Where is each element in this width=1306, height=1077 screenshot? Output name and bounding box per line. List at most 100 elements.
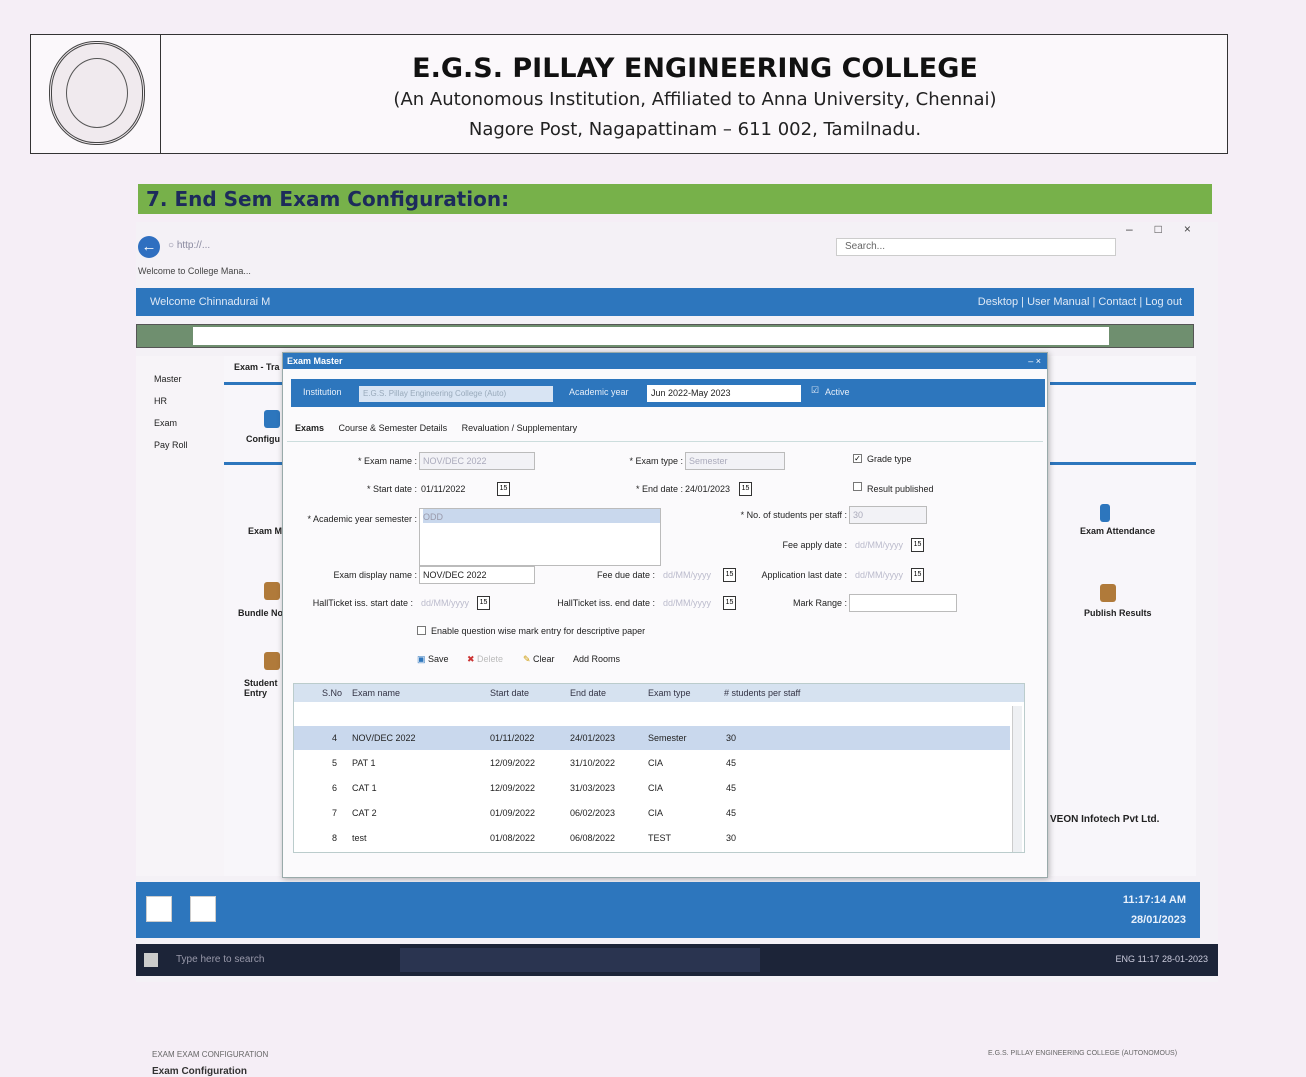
col-exam-name[interactable]: Exam name bbox=[352, 688, 400, 698]
table-row[interactable]: 8 test 01/08/2022 06/08/2022 TEST 30 bbox=[294, 826, 1010, 850]
enable-question-checkbox[interactable] bbox=[417, 626, 426, 635]
taskbar-apps[interactable] bbox=[400, 948, 760, 972]
window-controls[interactable]: –□× bbox=[1126, 222, 1213, 236]
exam-display-label: Exam display name : bbox=[333, 570, 417, 580]
publish-results-icon[interactable] bbox=[1100, 584, 1116, 602]
taskbar-search[interactable]: Type here to search bbox=[176, 954, 264, 965]
top-links[interactable]: Desktop | User Manual | Contact | Log ou… bbox=[978, 296, 1182, 308]
table-row[interactable]: 7 CAT 2 01/09/2022 06/02/2023 CIA 45 bbox=[294, 801, 1010, 825]
cell-exam-type: CIA bbox=[648, 808, 664, 818]
publish-results-label: Publish Results bbox=[1084, 608, 1152, 618]
configure-label: Configu bbox=[246, 434, 280, 444]
save-button[interactable]: ▣ Save bbox=[417, 654, 449, 665]
bundle-icon[interactable] bbox=[264, 582, 280, 600]
students-per-staff-label: * No. of students per staff : bbox=[740, 510, 847, 520]
start-date-value[interactable]: 01/11/2022 bbox=[421, 484, 465, 494]
calendar-icon[interactable]: 15 bbox=[723, 596, 736, 610]
col-students-per-staff[interactable]: # students per staff bbox=[724, 688, 800, 698]
calendar-icon[interactable]: 15 bbox=[497, 482, 510, 496]
bundle-no-label: Bundle No bbox=[238, 608, 283, 618]
exam-m-label: Exam M bbox=[248, 526, 283, 536]
table-row[interactable]: 5 PAT 1 12/09/2022 31/10/2022 CIA 45 bbox=[294, 751, 1010, 775]
browser-tab[interactable]: Welcome to College Mana... bbox=[138, 266, 251, 276]
divider bbox=[1050, 382, 1196, 385]
ay-semester-list[interactable]: ODD bbox=[419, 508, 661, 566]
cell-sno: 5 bbox=[332, 758, 338, 768]
windows-start-icon[interactable] bbox=[144, 953, 158, 967]
academic-year-label: Academic year bbox=[569, 387, 629, 397]
calendar-icon[interactable]: 15 bbox=[739, 482, 752, 496]
exam-name-input[interactable]: NOV/DEC 2022 bbox=[419, 452, 535, 470]
cell-students-per-staff: 45 bbox=[726, 758, 737, 768]
student-entry-icon[interactable] bbox=[264, 652, 280, 670]
address-bar[interactable]: ○ http://... bbox=[168, 240, 210, 251]
clear-button[interactable]: ✎ Clear bbox=[523, 654, 555, 665]
table-row[interactable]: 4 NOV/DEC 2022 01/11/2022 24/01/2023 Sem… bbox=[294, 726, 1010, 750]
academic-year-select[interactable]: Jun 2022-May 2023 bbox=[647, 385, 801, 402]
exam-display-input[interactable]: NOV/DEC 2022 bbox=[419, 566, 535, 584]
app-last-date-input[interactable]: dd/MM/yyyy bbox=[855, 570, 903, 580]
close-icon[interactable]: – × bbox=[1028, 353, 1041, 369]
calendar-icon[interactable]: 15 bbox=[477, 596, 490, 610]
cell-exam-name: CAT 1 bbox=[352, 783, 377, 793]
tab-exams[interactable]: Exams bbox=[295, 423, 324, 433]
seal-inner-ring bbox=[66, 58, 128, 128]
browser-search-input[interactable]: Search... bbox=[836, 238, 1116, 256]
back-arrow-icon[interactable]: ← bbox=[138, 236, 160, 258]
nav-item-master[interactable]: Master bbox=[154, 374, 182, 384]
add-rooms-button[interactable]: Add Rooms bbox=[573, 654, 620, 664]
hallticket-end-input[interactable]: dd/MM/yyyy bbox=[663, 598, 711, 608]
students-per-staff-input[interactable]: 30 bbox=[849, 506, 927, 524]
result-published-label: Result published bbox=[867, 484, 934, 494]
active-checkbox-icon[interactable]: ☑ bbox=[811, 385, 819, 396]
tab-revaluation[interactable]: Revaluation / Supplementary bbox=[462, 423, 578, 433]
toolbar-input[interactable] bbox=[193, 327, 1109, 345]
exam-name-label: * Exam name : bbox=[357, 456, 417, 466]
tab-course-semester[interactable]: Course & Semester Details bbox=[339, 423, 448, 433]
app-last-date-label: Application last date : bbox=[761, 570, 847, 580]
col-sno[interactable]: S.No bbox=[322, 688, 342, 698]
grade-type-checkbox[interactable]: ✓ bbox=[853, 454, 862, 463]
col-end-date[interactable]: End date bbox=[570, 688, 606, 698]
calendar-icon[interactable]: 15 bbox=[911, 568, 924, 582]
edit-icon[interactable] bbox=[190, 896, 216, 922]
cell-start-date: 12/09/2022 bbox=[490, 758, 536, 768]
home-icon[interactable] bbox=[146, 896, 172, 922]
end-date-value[interactable]: 24/01/2023 bbox=[685, 484, 730, 494]
exam-type-label: * Exam type : bbox=[629, 456, 683, 466]
fee-apply-input[interactable]: dd/MM/yyyy bbox=[855, 540, 903, 550]
exam-attendance-icon[interactable] bbox=[1100, 504, 1110, 522]
nav-item-payroll[interactable]: Pay Roll bbox=[154, 440, 188, 450]
configure-icon[interactable] bbox=[264, 410, 280, 428]
grid-scrollbar[interactable] bbox=[1012, 706, 1022, 852]
cell-students-per-staff: 45 bbox=[726, 808, 737, 818]
system-tray: ENG 11:17 28-01-2023 bbox=[1116, 954, 1208, 964]
nav-item-exam[interactable]: Exam bbox=[154, 418, 177, 428]
col-exam-type[interactable]: Exam type bbox=[648, 688, 691, 698]
grid-header: S.No Exam name Start date End date Exam … bbox=[294, 684, 1024, 702]
ay-semester-option[interactable]: ODD bbox=[423, 509, 660, 523]
mark-range-select[interactable] bbox=[849, 594, 957, 612]
col-start-date[interactable]: Start date bbox=[490, 688, 529, 698]
cell-end-date: 24/01/2023 bbox=[570, 733, 616, 743]
clear-icon: ✎ bbox=[523, 654, 534, 664]
app-header: Welcome Chinnadurai M Desktop | User Man… bbox=[136, 288, 1194, 316]
tray-time: 11:17 bbox=[1137, 954, 1160, 964]
calendar-icon[interactable]: 15 bbox=[723, 568, 736, 582]
fee-due-input[interactable]: dd/MM/yyyy bbox=[663, 570, 711, 580]
section-title: 7. End Sem Exam Configuration: bbox=[146, 187, 510, 211]
cell-exam-type: TEST bbox=[648, 833, 672, 843]
result-published-checkbox[interactable] bbox=[853, 482, 862, 491]
calendar-icon[interactable]: 15 bbox=[911, 538, 924, 552]
table-row[interactable]: 6 CAT 1 12/09/2022 31/03/2023 CIA 45 bbox=[294, 776, 1010, 800]
cell-exam-name: PAT 1 bbox=[352, 758, 376, 768]
delete-button[interactable]: ✖ Delete bbox=[467, 654, 503, 665]
college-subtitle: (An Autonomous Institution, Affiliated t… bbox=[393, 89, 997, 110]
ay-semester-label: * Academic year semester : bbox=[307, 514, 417, 524]
hallticket-start-input[interactable]: dd/MM/yyyy bbox=[421, 598, 469, 608]
cell-sno: 6 bbox=[332, 783, 338, 793]
nav-item-hr[interactable]: HR bbox=[154, 396, 167, 406]
hallticket-end-label: HallTicket iss. end date : bbox=[557, 598, 655, 608]
institution-select[interactable]: E.G.S. Pillay Engineering College (Auto) bbox=[359, 386, 553, 402]
exam-type-select[interactable]: Semester bbox=[685, 452, 785, 470]
